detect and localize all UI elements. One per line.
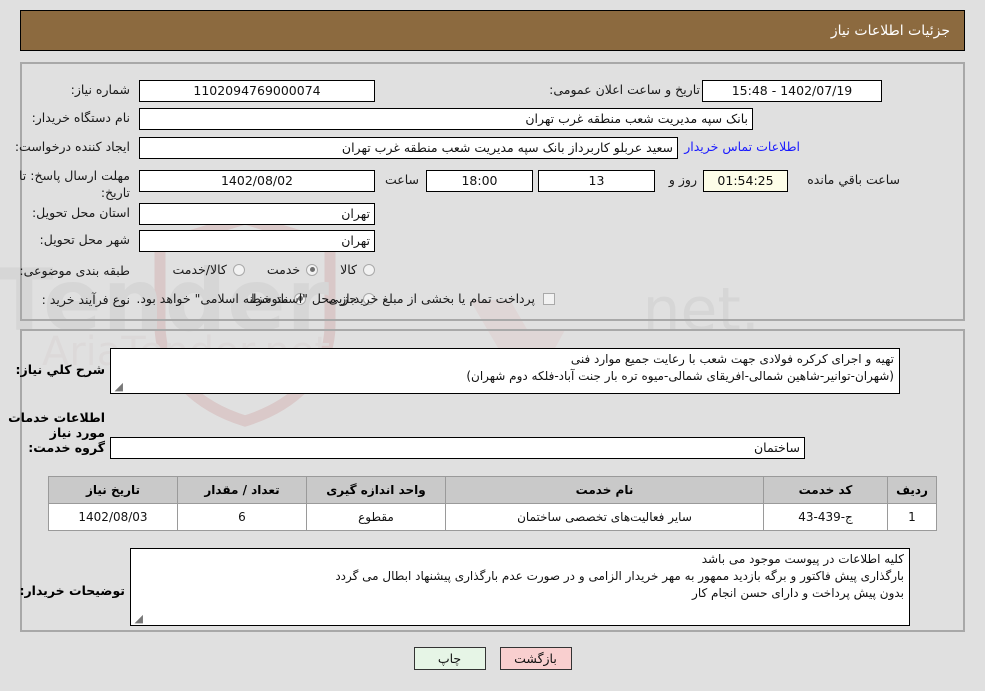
cell-service-code: ج-439-43 [763,503,888,531]
cell-row-number: 1 [887,503,937,531]
need-summary-textarea[interactable]: تهیه و اجرای کرکره فولادی جهت شعب با رعا… [110,348,900,394]
service-group-field[interactable]: ساختمان [110,437,805,459]
buyer-org-label: نام دستگاه خریدار: [31,110,130,125]
buyer-org-field[interactable]: بانک سپه مدیریت شعب منطقه غرب تهران [139,108,753,130]
deadline-date-field[interactable]: 1402/08/02 [139,170,375,192]
cell-quantity: 6 [177,503,307,531]
deadline-timer-suffix: ساعت باقي مانده [807,172,900,187]
th-service-code: کد خدمت [763,476,888,504]
city-label: شهر محل تحویل: [39,232,130,247]
deadline-label: مهلت ارسال پاسخ: تا تاریخ: [19,168,130,200]
resize-grip-icon[interactable]: ◢ [133,613,143,624]
treasury-label: پرداخت تمام یا بخشی از مبلغ خرید،از محل … [136,291,535,306]
services-table: ردیف کد خدمت نام خدمت واحد اندازه گیری ت… [48,476,937,531]
treasury-option[interactable]: پرداخت تمام یا بخشی از مبلغ خرید،از محل … [136,291,555,306]
public-announce-field[interactable]: 1402/07/19 - 15:48 [702,80,882,102]
requester-field[interactable]: سعید عربلو کاربرداز بانک سپه مدیریت شعب … [139,137,678,159]
radio-icon[interactable] [363,263,375,276]
province-label: استان محل تحویل: [31,205,130,220]
th-service-name: نام خدمت [445,476,764,504]
buyer-notes-textarea[interactable]: کلیه اطلاعات در پیوست موجود می باشد بارگ… [130,548,910,626]
print-button[interactable]: چاپ [413,647,486,670]
deadline-time-field[interactable]: 18:00 [426,170,533,192]
page-title: جزئیات اطلاعات نیاز [830,22,950,39]
category-option-label: کالا/خدمت [172,262,227,277]
services-section-heading: اطلاعات خدمات مورد نیاز [8,410,105,440]
page-root: AriaTender .net AriaTender.net جزئیات اط… [0,0,985,691]
th-unit: واحد اندازه گیری [306,476,446,504]
need-summary-line-2: (شهران-توانیر-شاهین شمالی-افریقای شمالی-… [466,369,894,383]
buyer-notes-line-2: بارگذاری پیش فاکتور و برگه بازدید ممهور … [335,569,904,583]
deadline-countdown-field: 01:54:25 [703,170,788,192]
th-need-date: تاریخ نیاز [48,476,178,504]
buyer-contact-link[interactable]: اطلاعات تماس خریدار [684,139,800,154]
category-option-label: کالا [340,262,357,277]
service-group-label: گروه خدمت: [28,440,105,455]
need-summary-line-1: تهیه و اجرای کرکره فولادی جهت شعب با رعا… [570,352,894,366]
category-option-goods-service[interactable]: کالا/خدمت [172,262,245,277]
deadline-days-field[interactable]: 13 [538,170,655,192]
buyer-notes-line-1: کلیه اطلاعات در پیوست موجود می باشد [701,552,904,566]
category-label: طبقه بندی موضوعی: [19,263,130,278]
need-summary-label: شرح کلي نياز: [15,362,105,377]
table-row: 1 ج-439-43 سایر فعالیت‌های تخصصی ساختمان… [48,503,937,531]
public-announce-label: تاریخ و ساعت اعلان عمومی: [549,82,700,97]
action-buttons: بازگشت چاپ [0,647,985,670]
requester-label: ایجاد کننده درخواست: [14,139,130,154]
need-number-label: شماره نیاز: [70,82,130,97]
radio-icon[interactable] [232,263,245,276]
category-options: کالا خدمت کالا/خدمت [150,262,375,277]
category-option-goods[interactable]: کالا [340,262,375,277]
province-field[interactable]: تهران [139,203,375,225]
checkbox-icon[interactable] [543,292,555,305]
th-row-number: ردیف [887,476,937,504]
th-quantity: تعداد / مقدار [177,476,307,504]
deadline-time-label: ساعت [384,172,419,187]
buyer-notes-label: توضیحات خریدار: [19,583,125,598]
category-option-label: خدمت [266,262,301,277]
deadline-days-suffix: روز و [668,172,697,187]
page-header: جزئیات اطلاعات نیاز [20,10,965,51]
cell-need-date: 1402/08/03 [48,503,178,531]
resize-grip-icon[interactable]: ◢ [113,381,123,392]
back-button[interactable]: بازگشت [499,647,572,670]
cell-unit: مقطوع [306,503,446,531]
need-number-field[interactable]: 1102094769000074 [139,80,375,102]
buyer-notes-line-3: بدون پیش پرداخت و دارای حسن انجام کار [692,586,904,600]
process-type-label: نوع فرآیند خرید : [41,292,130,307]
cell-service-name: سایر فعالیت‌های تخصصی ساختمان [445,503,764,531]
table-header-row: ردیف کد خدمت نام خدمت واحد اندازه گیری ت… [48,476,937,504]
city-field[interactable]: تهران [139,230,375,252]
radio-icon[interactable] [306,263,319,276]
category-option-service[interactable]: خدمت [266,262,319,277]
